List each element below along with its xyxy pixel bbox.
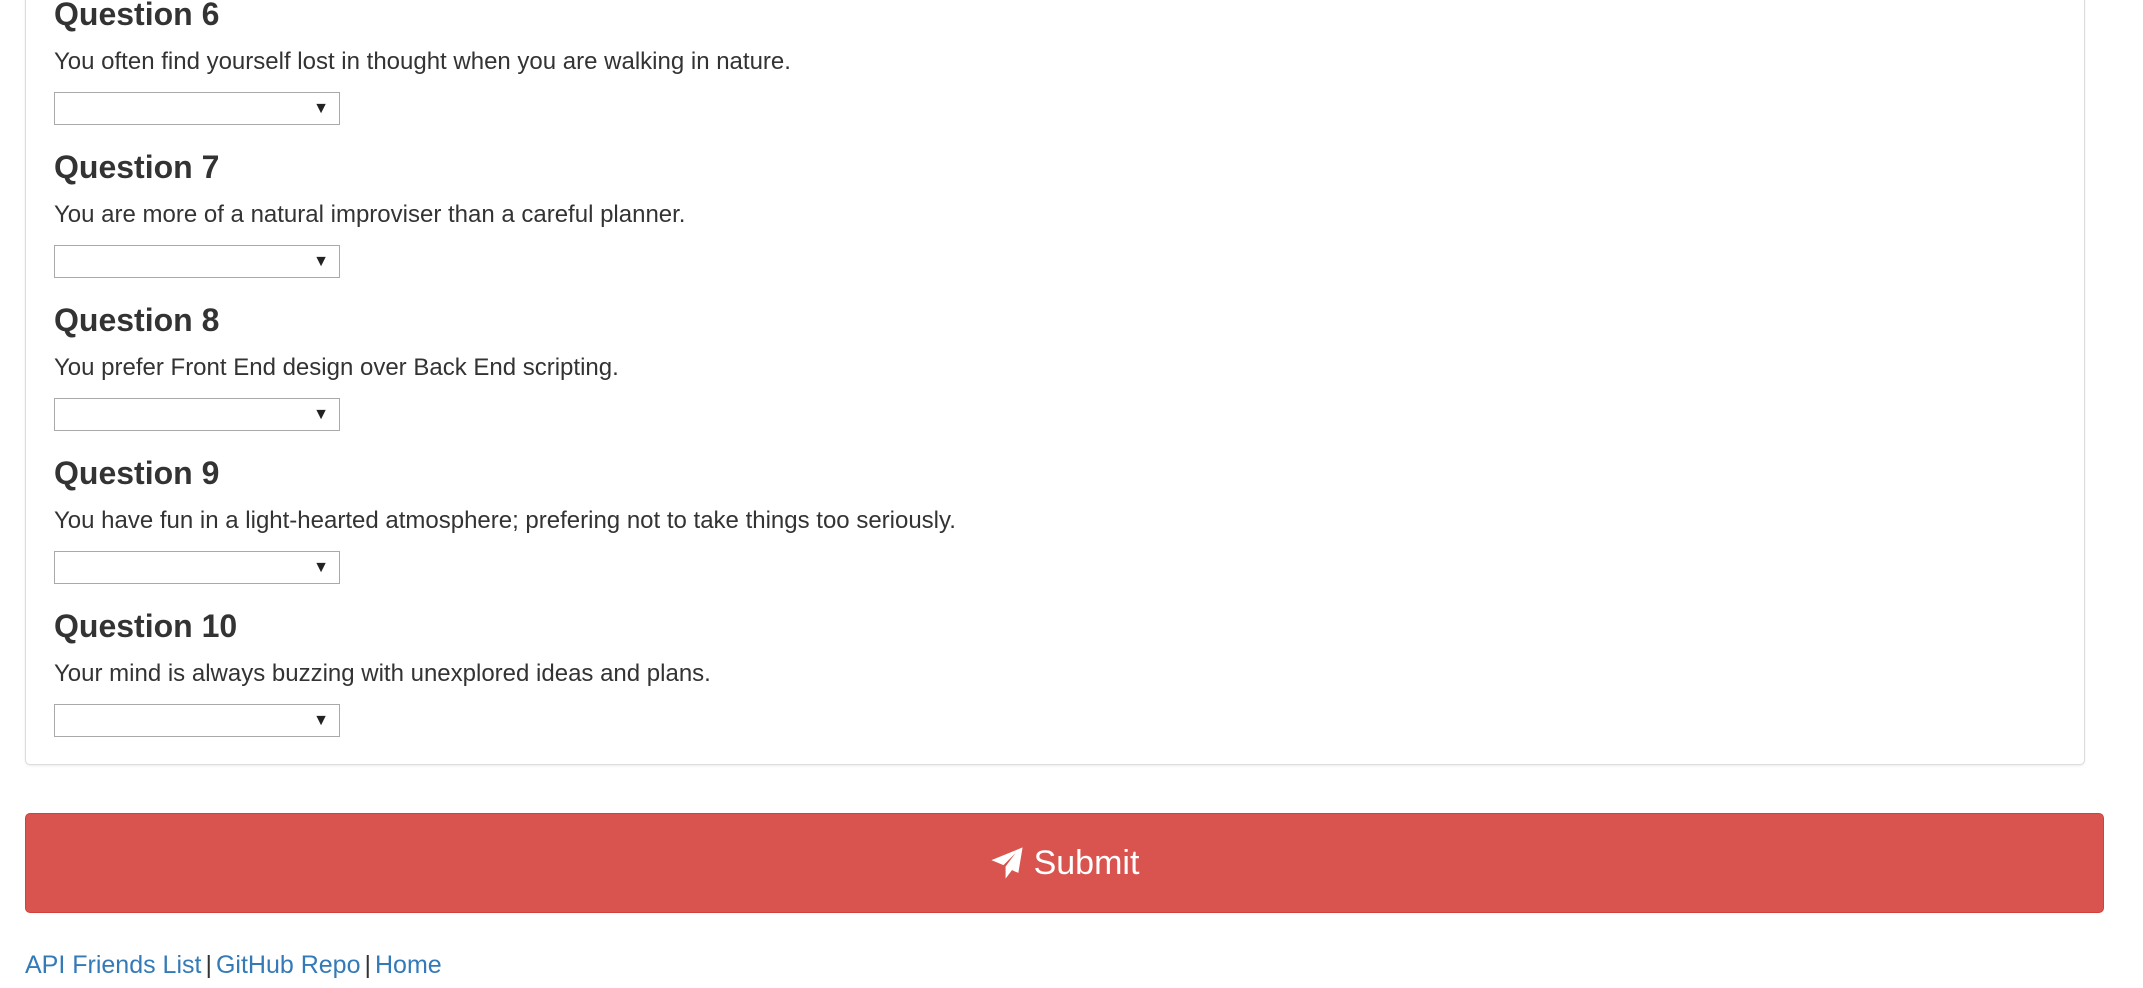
submit-button[interactable]: Submit: [25, 813, 2104, 913]
question-heading: Question 10: [54, 608, 238, 644]
github-repo-link[interactable]: GitHub Repo: [216, 951, 361, 979]
api-friends-list-link[interactable]: API Friends List: [25, 951, 201, 979]
home-link[interactable]: Home: [375, 951, 442, 979]
dropdown-arrow-icon: ▼: [313, 559, 329, 576]
question-7-select[interactable]: ▼: [54, 245, 340, 278]
question-text: You have fun in a light-hearted atmosphe…: [54, 507, 956, 534]
footer-links: API Friends List | GitHub Repo | Home: [25, 950, 442, 980]
dropdown-arrow-icon: ▼: [313, 712, 329, 729]
question-10: Question 10 Your mind is always buzzing …: [54, 608, 1954, 737]
question-6-select[interactable]: ▼: [54, 92, 340, 125]
question-8: Question 8 You prefer Front End design o…: [54, 302, 1954, 431]
question-8-select[interactable]: ▼: [54, 398, 340, 431]
question-text: You often find yourself lost in thought …: [54, 48, 791, 75]
question-text: You prefer Front End design over Back En…: [54, 354, 619, 381]
question-9: Question 9 You have fun in a light-heart…: [54, 455, 1954, 584]
footer-separator: |: [205, 951, 212, 979]
send-icon: [990, 846, 1024, 880]
footer-separator: |: [364, 951, 371, 979]
question-heading: Question 8: [54, 302, 220, 338]
question-7: Question 7 You are more of a natural imp…: [54, 149, 1954, 278]
question-heading: Question 7: [54, 149, 220, 185]
question-heading: Question 9: [54, 455, 220, 491]
dropdown-arrow-icon: ▼: [313, 100, 329, 117]
survey-panel: Question 6 You often find yourself lost …: [25, 0, 2085, 765]
question-heading: Question 6: [54, 0, 220, 32]
question-9-select[interactable]: ▼: [54, 551, 340, 584]
question-text: Your mind is always buzzing with unexplo…: [54, 660, 711, 687]
question-6: Question 6 You often find yourself lost …: [54, 0, 1954, 125]
dropdown-arrow-icon: ▼: [313, 406, 329, 423]
question-10-select[interactable]: ▼: [54, 704, 340, 737]
question-text: You are more of a natural improviser tha…: [54, 201, 686, 228]
dropdown-arrow-icon: ▼: [313, 253, 329, 270]
submit-label: Submit: [1033, 844, 1140, 882]
